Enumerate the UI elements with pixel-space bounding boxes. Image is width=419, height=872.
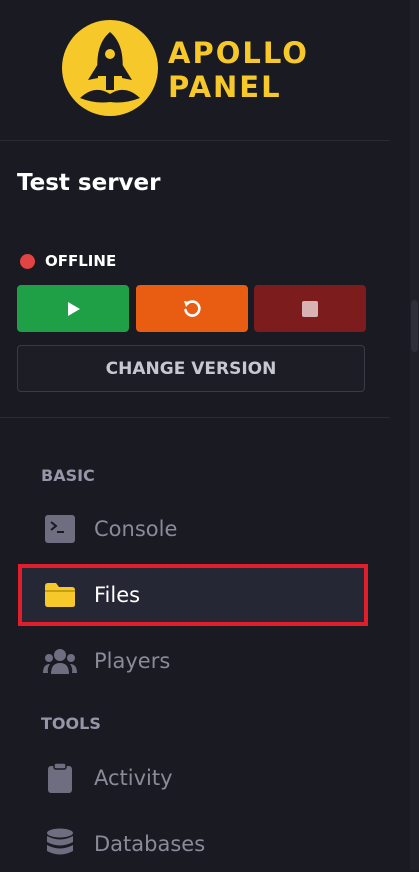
brand-wordmark: APOLLO PANEL — [168, 36, 309, 104]
status-text: OFFLINE — [45, 252, 117, 270]
server-status: OFFLINE — [20, 250, 116, 272]
change-version-button[interactable]: CHANGE VERSION — [17, 345, 365, 392]
sidebar-scrollbar[interactable] — [410, 0, 419, 870]
section-header-tools: TOOLS — [41, 714, 101, 733]
section-header-basic: BASIC — [41, 466, 95, 485]
server-name: Test server — [17, 170, 161, 196]
nav-item-databases[interactable]: Databases — [22, 816, 362, 872]
status-dot-icon — [20, 253, 35, 269]
brand-logo[interactable]: APOLLO PANEL — [60, 18, 340, 118]
scrollbar-thumb[interactable] — [411, 300, 418, 352]
start-button[interactable] — [17, 285, 129, 332]
stop-button[interactable] — [254, 285, 366, 332]
restart-button[interactable] — [136, 285, 248, 332]
nav-item-label: Databases — [94, 832, 206, 856]
users-icon — [42, 643, 78, 679]
play-icon — [68, 301, 80, 316]
brand-line2: PANEL — [168, 70, 282, 104]
nav-item-players[interactable]: Players — [22, 633, 362, 689]
database-icon — [42, 826, 78, 862]
nav-item-console[interactable]: Console — [22, 501, 362, 557]
nav-item-label: Files — [94, 583, 141, 607]
divider — [0, 417, 390, 418]
restart-icon — [184, 299, 201, 317]
nav-item-activity[interactable]: Activity — [22, 750, 362, 806]
clipboard-icon — [42, 760, 78, 796]
rocket-logo-icon — [62, 20, 158, 116]
terminal-icon — [42, 511, 78, 547]
stop-icon — [302, 300, 318, 317]
nav-item-label: Activity — [94, 766, 173, 790]
nav-item-label: Players — [94, 649, 171, 673]
brand-line1: APOLLO — [168, 36, 309, 70]
nav-item-files[interactable]: Files — [18, 564, 368, 626]
folder-icon — [42, 577, 78, 613]
divider — [0, 140, 390, 141]
nav-item-label: Console — [94, 517, 178, 541]
